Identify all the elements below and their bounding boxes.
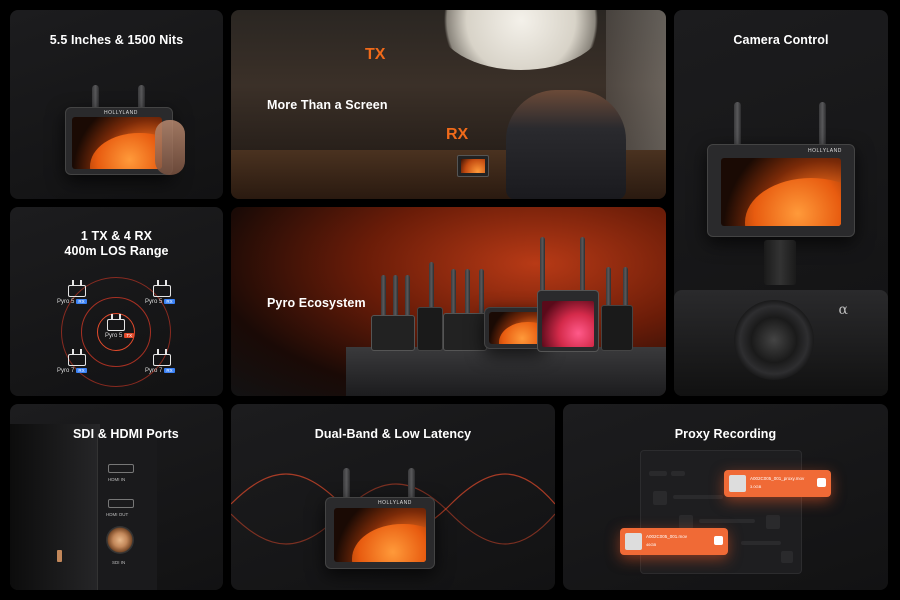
sdi-in-label: SDI IN: [112, 560, 126, 565]
file-name: A002C005_001_proxy.mov: [750, 476, 805, 481]
file-name: A002C005_001.mov: [646, 534, 688, 539]
node-label: Pyro 7 RX: [145, 368, 175, 375]
device-side-panel: [10, 424, 100, 590]
ghost-row: [679, 515, 693, 529]
usb-port: [57, 550, 62, 562]
monitor-screen: [334, 508, 426, 562]
receiver-box: [417, 307, 443, 351]
pedestal: [346, 347, 666, 396]
antenna: [606, 267, 611, 307]
card-range: 1 TX & 4 RX 400m LOS Range Pyro 5 RX Pyro…: [10, 207, 223, 396]
file-thumbnail: [625, 533, 642, 550]
ghost-row: [649, 471, 667, 476]
large-monitor: [537, 290, 599, 352]
file-size: 46GB: [646, 542, 657, 547]
monitor-image: HOLLYLAND: [707, 144, 855, 237]
file-size: 3.0GB: [750, 484, 762, 489]
transmitter-box: [371, 315, 415, 351]
card-title-line2: 400m LOS Range: [64, 244, 169, 258]
ghost-row: [766, 515, 780, 529]
transmitter-box: [443, 313, 487, 351]
monitor-screen: [72, 117, 162, 169]
antenna: [451, 269, 456, 314]
receiver-box: [601, 305, 633, 351]
ghost-row: [671, 471, 685, 476]
card-title: Proxy Recording: [674, 427, 777, 441]
hand-shape: [155, 120, 185, 175]
lens-shape: [734, 300, 814, 380]
monitor-screen: [489, 312, 541, 344]
antenna: [819, 102, 826, 147]
antenna: [734, 102, 741, 147]
handheld-monitor: [457, 155, 489, 177]
antenna: [580, 237, 585, 292]
card-more-than-screen: TX RX More Than a Screen: [231, 10, 666, 199]
card-proxy: Proxy Recording A002C005_001_proxy.mov 3…: [563, 404, 888, 590]
monitor-screen: [721, 158, 841, 226]
card-title: Camera Control: [733, 33, 829, 47]
camera-body: α: [674, 290, 888, 396]
ghost-row: [741, 541, 781, 545]
card-title: 5.5 Inches & 1500 Nits: [49, 33, 184, 47]
file-icon: [714, 536, 723, 545]
card-brightness: 5.5 Inches & 1500 Nits HOLLYLAND: [10, 10, 223, 199]
card-title-line1: 1 TX & 4 RX: [80, 229, 153, 243]
hdmi-in-label: HDMI IN: [108, 477, 126, 482]
antenna: [381, 275, 386, 317]
antenna: [429, 262, 434, 312]
rx-label: RX: [446, 126, 469, 143]
card-title: More Than a Screen: [267, 98, 388, 112]
rx-device-icon: [68, 349, 86, 366]
hdmi-out-port: [108, 499, 134, 508]
card-title: SDI & HDMI Ports: [73, 427, 179, 441]
card-latency: Dual-Band & Low Latency HOLLYLAND: [231, 404, 555, 590]
port-panel: HDMI IN HDMI OUT SDI IN: [97, 434, 157, 590]
ghost-row: [699, 519, 755, 523]
card-camera-control: Camera Control HOLLYLAND α: [674, 10, 888, 396]
node-label: Pyro 5 RX: [57, 299, 87, 306]
monitor-image: HOLLYLAND: [325, 497, 435, 569]
rx-device-icon: [68, 280, 86, 297]
card-ecosystem: Pyro Ecosystem: [231, 207, 666, 396]
antenna: [623, 267, 628, 307]
file-thumbnail: [729, 475, 746, 492]
proxy-file-item: A002C005_001_proxy.mov 3.0GB: [724, 470, 831, 497]
ghost-row: [653, 491, 667, 505]
antenna: [405, 275, 410, 317]
node-label: Pyro 5 RX: [145, 299, 175, 306]
card-ports: HDMI IN HDMI OUT SDI IN SDI & HDMI Ports: [10, 404, 223, 590]
file-browser-window: [640, 450, 802, 574]
antenna: [393, 275, 398, 317]
rx-device-icon: [153, 349, 171, 366]
brand-logo: HOLLYLAND: [104, 110, 138, 116]
ghost-row: [673, 495, 723, 499]
file-icon: [817, 478, 826, 487]
brand-logo: HOLLYLAND: [808, 148, 842, 154]
tx-device-icon: [107, 314, 125, 331]
hdmi-in-port: [108, 464, 134, 473]
antenna: [465, 269, 470, 314]
softbox-shape: [436, 10, 606, 70]
lens-mark: α: [838, 302, 848, 318]
brand-logo: HOLLYLAND: [378, 500, 412, 506]
rx-device-icon: [153, 280, 171, 297]
antenna: [479, 269, 484, 314]
mount-shape: [764, 240, 796, 285]
sdi-port: [106, 526, 134, 554]
node-label: Pyro 7 RX: [57, 368, 87, 375]
node-label: Pyro 5 TX: [105, 333, 135, 340]
original-file-item: A002C005_001.mov 46GB: [620, 528, 728, 555]
antenna: [540, 237, 545, 292]
tx-label: TX: [365, 46, 386, 63]
hdmi-out-label: HDMI OUT: [106, 512, 129, 517]
ghost-row: [781, 551, 793, 563]
